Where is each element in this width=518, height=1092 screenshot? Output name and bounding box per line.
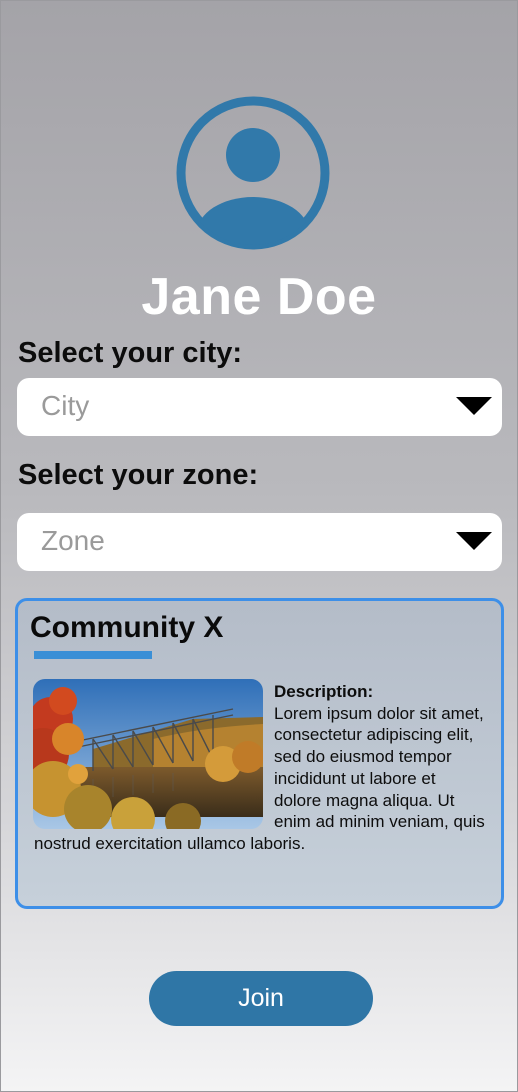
profile-name: Jane Doe: [141, 268, 377, 326]
zone-select-value: Zone: [41, 525, 105, 556]
community-card[interactable]: Community X Description: Lorem ipsum dol…: [15, 598, 504, 909]
user-avatar-icon: [176, 96, 330, 250]
community-title: Community X: [30, 611, 224, 644]
community-description: Description: Lorem ipsum dolor sit amet,…: [34, 681, 486, 855]
city-select-value: City: [41, 390, 90, 421]
dropdown-arrow-icon: [456, 397, 492, 415]
dropdown-arrow-icon: [456, 532, 492, 550]
zone-label: Select your zone:: [18, 459, 259, 491]
zone-select[interactable]: Zone: [17, 513, 502, 571]
join-button[interactable]: Join: [149, 971, 373, 1026]
city-select[interactable]: City: [17, 378, 502, 436]
city-label: Select your city:: [18, 337, 243, 369]
title-underline: [34, 651, 152, 659]
